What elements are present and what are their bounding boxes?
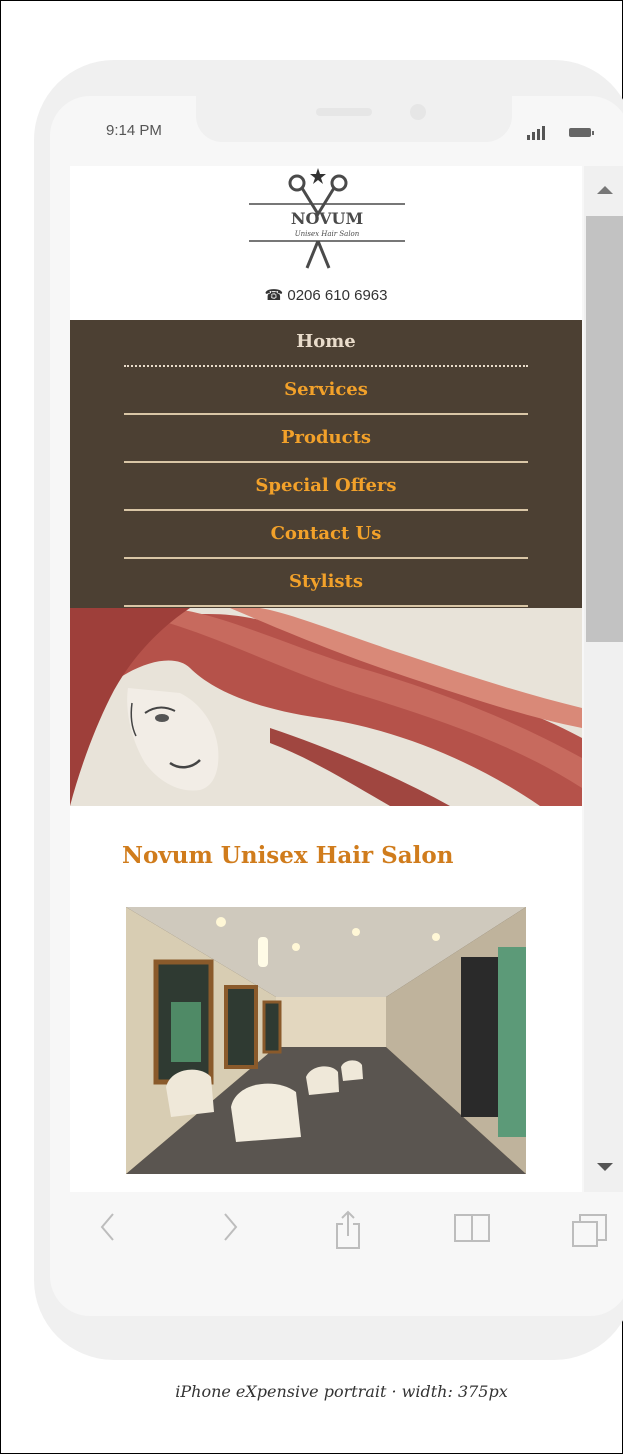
browser-toolbar	[34, 1192, 623, 1272]
bookmarks-icon[interactable]	[452, 1210, 492, 1244]
nav-item-contact-us[interactable]: Contact Us	[124, 512, 528, 559]
status-time: 9:14 PM	[106, 122, 162, 139]
browser-viewport[interactable]: NOVUM Unisex Hair Salon ☎ 0206 610 6963 …	[70, 166, 582, 1192]
main-nav: Home Services Products Special Offers Co…	[70, 320, 582, 608]
share-icon[interactable]	[334, 1210, 362, 1250]
scroll-down-arrow-icon[interactable]	[597, 1163, 613, 1171]
nav-item-special-offers[interactable]: Special Offers	[124, 464, 528, 511]
tabs-icon[interactable]	[570, 1210, 610, 1250]
signal-icon	[527, 124, 547, 140]
scroll-up-arrow-icon[interactable]	[597, 186, 613, 194]
telephone-icon: ☎	[264, 287, 284, 304]
back-icon[interactable]	[98, 1210, 118, 1244]
salon-interior-photo	[126, 907, 526, 1174]
page-title: Novum Unisex Hair Salon	[122, 842, 454, 869]
phone-number[interactable]: ☎ 0206 610 6963	[70, 286, 582, 304]
speaker-grille	[316, 108, 372, 116]
site-logo[interactable]: NOVUM Unisex Hair Salon	[247, 166, 407, 276]
nav-item-stylists[interactable]: Stylists	[124, 560, 528, 607]
scroll-thumb[interactable]	[586, 216, 623, 642]
battery-icon	[569, 128, 594, 137]
logo-tagline: Unisex Hair Salon	[295, 230, 360, 238]
front-camera	[410, 104, 426, 120]
forward-icon[interactable]	[220, 1210, 240, 1244]
nav-item-products[interactable]: Products	[124, 416, 528, 463]
logo-name: NOVUM	[291, 209, 363, 228]
nav-item-services[interactable]: Services	[124, 368, 528, 415]
phone-number-text: 0206 610 6963	[287, 287, 388, 304]
nav-item-home[interactable]: Home	[124, 320, 528, 367]
vertical-scrollbar[interactable]	[584, 166, 623, 1192]
hero-illustration	[70, 608, 582, 806]
device-caption: iPhone eXpensive portrait · width: 375px	[175, 1382, 508, 1401]
phone-notch	[196, 96, 512, 142]
